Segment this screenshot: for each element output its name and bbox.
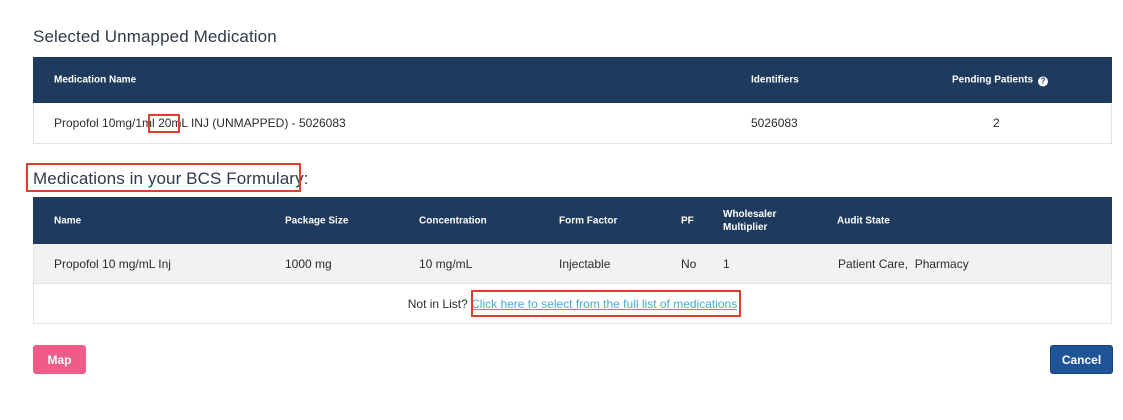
- header-pending-patients-label: Pending Patients: [952, 74, 1034, 86]
- formulary-title: Medications in your BCS Formulary:: [33, 169, 309, 188]
- not-in-list-container: Not in List? Click here to select from t…: [34, 297, 1111, 311]
- map-medication-page: Selected Unmapped Medication Medication …: [0, 0, 1123, 420]
- unmapped-table-header: Medication Name Identifiers Pending Pati…: [33, 57, 1112, 103]
- map-button[interactable]: Map: [33, 345, 86, 374]
- formulary-table: Name Package Size Concentration Form Fac…: [33, 197, 1112, 324]
- header-name: Name: [54, 215, 82, 226]
- medication-name-suffix: INJ (UNMAPPED) - 5026083: [187, 116, 346, 130]
- full-medication-list-link[interactable]: Click here to select from the full list …: [471, 297, 737, 311]
- formulary-table-header: Name Package Size Concentration Form Fac…: [33, 197, 1112, 244]
- header-concentration: Concentration: [419, 215, 487, 226]
- formulary-package-size: 1000 mg: [285, 256, 332, 271]
- medication-name-prefix: Propofol 10mg/1ml: [54, 116, 159, 130]
- formulary-pf: No: [681, 256, 697, 271]
- header-pending-patients: Pending Patients?: [952, 74, 1049, 87]
- question-circle-icon[interactable]: ?: [1038, 76, 1049, 87]
- unmapped-medication-row: Propofol 10mg/1ml 20mL INJ (UNMAPPED) - …: [33, 103, 1112, 144]
- header-identifiers: Identifiers: [751, 74, 799, 86]
- unmapped-medication-title: Selected Unmapped Medication: [33, 27, 277, 46]
- formulary-wholesaler-multiplier: 1: [723, 256, 730, 271]
- header-audit-state: Audit State: [837, 215, 890, 226]
- header-wholesaler-line2: Multiplier: [723, 221, 768, 233]
- header-pf: PF: [681, 215, 694, 226]
- unmapped-medication-table: Medication Name Identifiers Pending Pati…: [33, 57, 1112, 144]
- medication-name-highlight: 20mL: [158, 116, 188, 130]
- formulary-concentration: 10 mg/mL: [419, 256, 473, 271]
- formulary-audit-state: Patient Care, Pharmacy: [838, 256, 969, 271]
- header-form-factor: Form Factor: [559, 215, 618, 226]
- unmapped-medication-pending: 2: [993, 116, 1000, 130]
- not-in-list-row: Not in List? Click here to select from t…: [33, 284, 1112, 324]
- cancel-button[interactable]: Cancel: [1050, 345, 1113, 374]
- not-in-list-label: Not in List?: [407, 296, 468, 311]
- formulary-name: Propofol 10 mg/mL Inj: [54, 256, 171, 271]
- header-wholesaler-multiplier: Wholesaler Multiplier: [723, 208, 776, 234]
- table-row[interactable]: Propofol 10 mg/mL Inj 1000 mg 10 mg/mL I…: [33, 244, 1112, 284]
- header-package-size: Package Size: [285, 215, 349, 226]
- header-wholesaler-line1: Wholesaler: [723, 208, 777, 220]
- unmapped-medication-identifiers: 5026083: [751, 116, 798, 130]
- unmapped-medication-name: Propofol 10mg/1ml 20mL INJ (UNMAPPED) - …: [54, 116, 346, 130]
- header-medication-name: Medication Name: [54, 74, 137, 86]
- formulary-form-factor: Injectable: [559, 256, 611, 271]
